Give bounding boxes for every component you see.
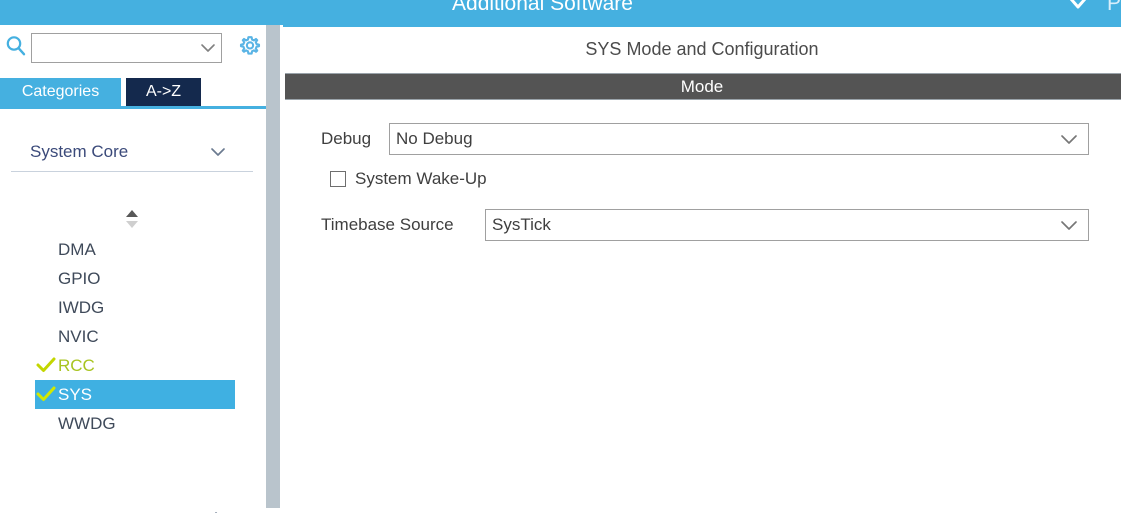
- top-banner: Additional Software P: [0, 0, 1121, 25]
- peripheral-label: IWDG: [58, 298, 105, 317]
- sidebar-scrollbar-track[interactable]: [268, 25, 276, 508]
- peripheral-label: NVIC: [58, 327, 99, 346]
- timebase-source-select[interactable]: SysTick: [485, 209, 1089, 241]
- peripheral-item-sys[interactable]: SYS: [35, 380, 235, 409]
- chevron-down-icon[interactable]: [1058, 216, 1080, 234]
- chevron-down-icon[interactable]: [1058, 130, 1080, 148]
- debug-select[interactable]: No Debug: [389, 123, 1089, 155]
- gear-icon[interactable]: [236, 33, 264, 61]
- peripheral-list: DMA GPIO IWDG NVIC RCC SYS WWDG: [0, 235, 266, 440]
- mode-section-header-label: Mode: [680, 77, 724, 96]
- peripheral-item-iwdg[interactable]: IWDG: [35, 293, 235, 322]
- sidebar-group-analog-label: Analog: [30, 505, 83, 513]
- sidebar-group-system-core-label: System Core: [30, 142, 129, 161]
- timebase-source-select-value: SysTick: [492, 215, 551, 234]
- tab-categories[interactable]: Categories: [0, 78, 121, 106]
- check-icon: [35, 383, 57, 405]
- main-panel: SYS Mode and Configuration Mode Debug No…: [283, 25, 1121, 508]
- peripheral-label: GPIO: [58, 269, 101, 288]
- chevron-down-icon[interactable]: [207, 142, 229, 162]
- peripheral-label: RCC: [58, 356, 95, 375]
- tab-a-to-z[interactable]: A->Z: [126, 78, 201, 106]
- peripheral-item-dma[interactable]: DMA: [35, 235, 235, 264]
- group-divider: [11, 171, 253, 172]
- system-wake-up-row: System Wake-Up: [283, 167, 1121, 193]
- search-icon[interactable]: [3, 33, 29, 59]
- peripheral-label: DMA: [58, 240, 96, 259]
- peripheral-item-rcc[interactable]: RCC: [35, 351, 235, 380]
- search-combobox[interactable]: [31, 33, 222, 63]
- search-input[interactable]: [32, 34, 197, 62]
- debug-label: Debug: [321, 129, 372, 148]
- scroll-up-down-icon[interactable]: [122, 208, 142, 230]
- panel-top-rule: [283, 25, 1121, 27]
- system-wake-up-label: System Wake-Up: [355, 169, 487, 188]
- chevron-down-icon[interactable]: [1065, 0, 1091, 16]
- timebase-source-label: Timebase Source: [321, 215, 454, 234]
- sidebar-group-analog[interactable]: Analog: [10, 483, 255, 513]
- page-title: SYS Mode and Configuration: [585, 39, 819, 59]
- mode-form: Debug No Debug System Wake-Up Timebase S…: [283, 100, 1121, 300]
- debug-row: Debug No Debug: [283, 123, 1121, 155]
- peripheral-label: WWDG: [58, 414, 116, 433]
- check-icon: [35, 354, 57, 376]
- debug-select-value: No Debug: [396, 129, 473, 148]
- tab-underline: [0, 106, 266, 109]
- sidebar-group-system-core[interactable]: System Core: [10, 137, 255, 175]
- peripheral-item-wwdg[interactable]: WWDG: [35, 409, 235, 438]
- top-banner-title: Additional Software: [452, 0, 633, 15]
- chevron-right-icon[interactable]: [209, 509, 229, 513]
- timebase-source-row: Timebase Source SysTick: [283, 209, 1121, 241]
- sidebar: Categories A->Z System Core DMA GPIO IWD…: [0, 25, 266, 513]
- search-row: [0, 25, 266, 72]
- peripheral-label: SYS: [58, 385, 93, 404]
- chevron-down-icon[interactable]: [198, 39, 218, 57]
- peripheral-item-nvic[interactable]: NVIC: [35, 322, 235, 351]
- sidebar-scrollbar[interactable]: [266, 25, 280, 508]
- tab-strip: Categories A->Z: [0, 78, 266, 106]
- mode-section-header: Mode: [285, 73, 1121, 100]
- peripheral-item-gpio[interactable]: GPIO: [35, 264, 235, 293]
- system-wake-up-checkbox[interactable]: [330, 171, 346, 187]
- top-banner-truncated-label: P: [1106, 0, 1121, 15]
